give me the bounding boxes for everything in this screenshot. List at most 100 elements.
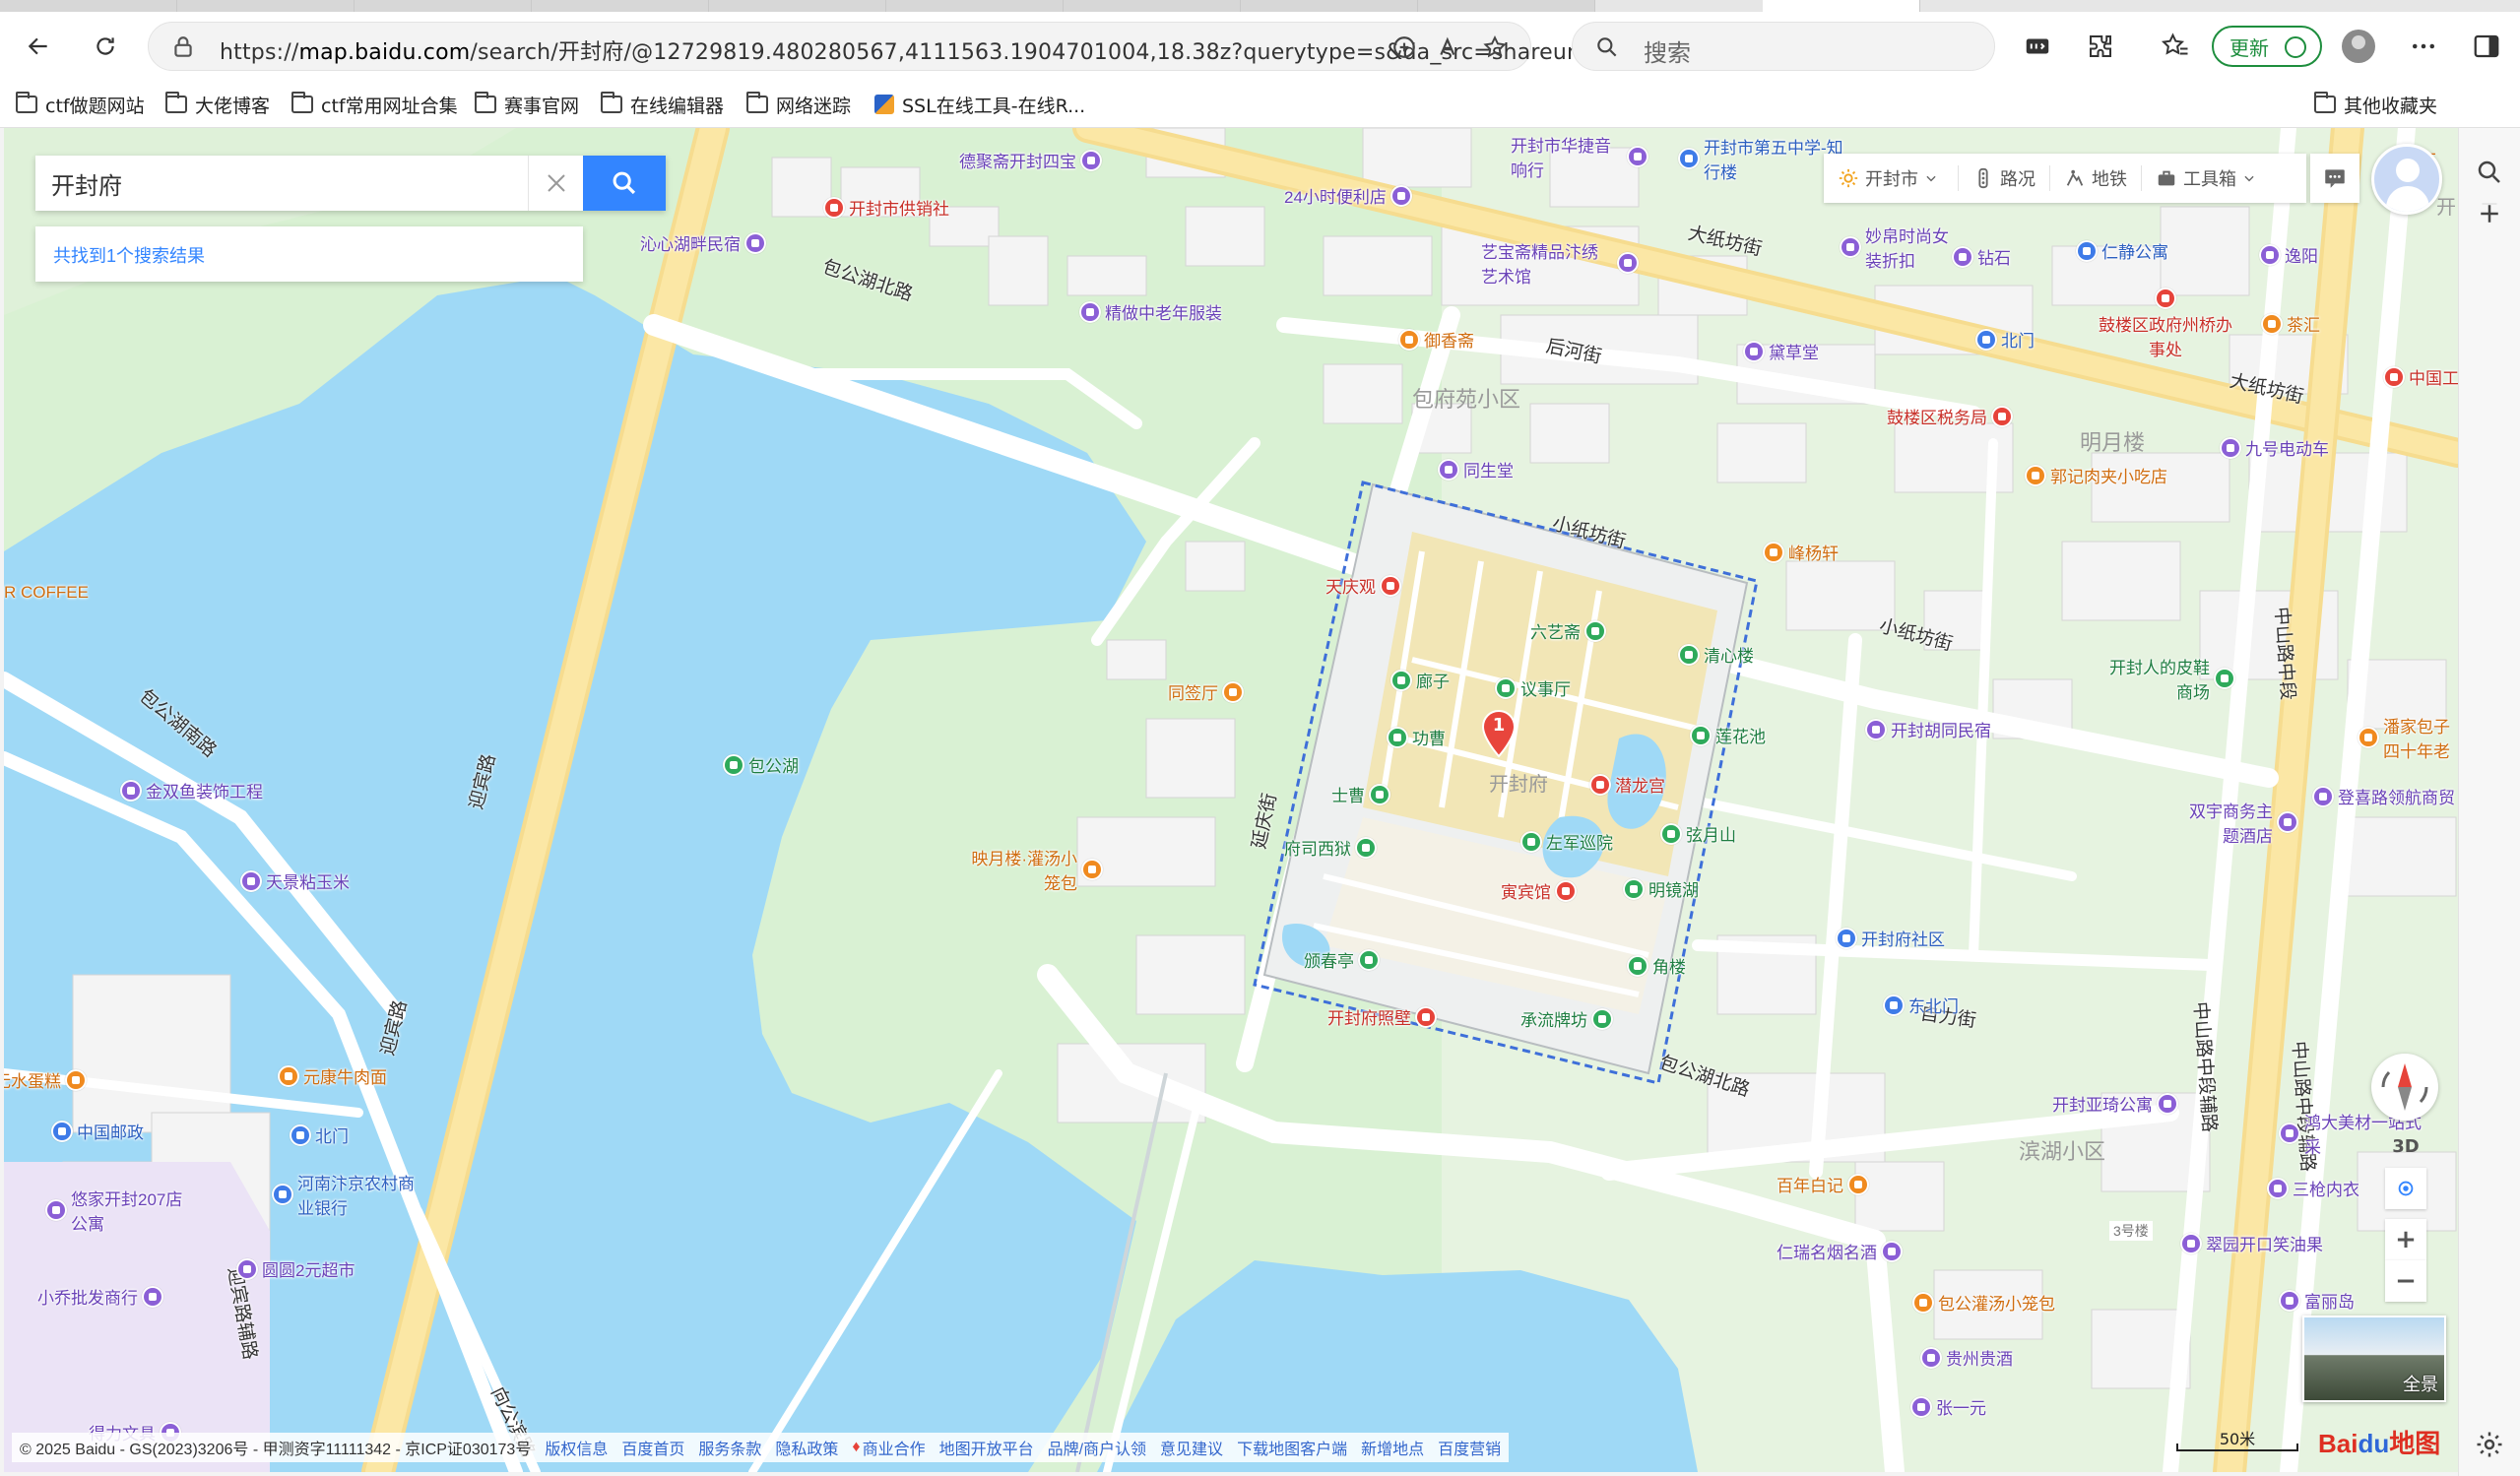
poi-marker[interactable]: 双宇商务主题酒店 [2180,798,2298,847]
update-button[interactable]: 更新 [2212,26,2322,67]
poi-marker[interactable]: 府司西狱 [1284,835,1377,860]
poi-marker[interactable]: 妙帛时尚女装折扣 [1840,223,1958,272]
user-avatar[interactable] [2371,144,2442,215]
panorama-thumbnail[interactable]: 全景 [2302,1316,2446,1402]
bookmark-online-editor[interactable]: 在线编辑器 [601,91,724,118]
poi-marker[interactable]: R COFFEE [4,583,89,603]
refresh-button[interactable] [85,26,126,67]
browser-tab[interactable] [1064,0,1241,12]
footer-link[interactable]: 下载地图客户端 [1237,1436,1347,1459]
poi-marker[interactable]: 无水蛋糕 [4,1067,87,1092]
poi-marker[interactable]: 开封市供销社 [823,195,949,220]
browser-tab[interactable] [709,0,886,12]
poi-marker[interactable]: 潜龙宫 [1589,772,1665,797]
poi-marker[interactable]: 金双鱼装饰工程 [120,778,263,802]
add-icon[interactable] [2475,199,2504,228]
footer-link[interactable]: 服务条款 [698,1436,761,1459]
poi-marker[interactable]: 承流牌坊 [1520,1006,1613,1031]
poi-marker[interactable]: 明镜湖 [1623,876,1699,901]
subway-button[interactable]: 地铁 [2050,154,2141,203]
poi-marker[interactable]: 张一元 [1910,1394,1986,1419]
locate-button[interactable] [2385,1168,2426,1209]
poi-marker[interactable]: 悠家开封207店公寓 [45,1186,183,1235]
browser-tab[interactable] [1418,0,1595,12]
poi-marker[interactable]: 弦月山 [1660,821,1736,846]
poi-marker[interactable]: 开封府社区 [1836,926,1945,950]
poi-marker[interactable]: 郭记肉夹小吃店 [2025,463,2167,487]
poi-marker[interactable]: 开封胡同民宿 [1865,717,1991,741]
message-button[interactable] [2310,154,2359,203]
poi-marker[interactable]: 士曹 [1331,782,1390,806]
more-menu-icon[interactable] [2409,32,2438,61]
search-result-summary[interactable]: 共找到1个搜索结果 [35,226,583,282]
bookmark-contests[interactable]: 赛事官网 [475,91,579,118]
poi-marker[interactable]: 百年白记 [1777,1172,1869,1196]
poi-marker[interactable]: 同签厅 [1168,679,1244,704]
url-bar[interactable]: https://map.baidu.com/search/开封府/@127298… [148,22,1620,71]
sidebar-toggle-icon[interactable] [2472,32,2501,61]
browser-tab-active[interactable] [1763,0,1920,12]
poi-marker[interactable]: 贵州贵酒 [1920,1345,2013,1370]
zoom-out-button[interactable]: − [2385,1260,2426,1302]
poi-marker[interactable]: 元康牛肉面 [278,1063,387,1088]
poi-marker[interactable]: 峰杨轩 [1763,540,1839,564]
bookmark-osint[interactable]: 网络迷踪 [746,91,851,118]
star-icon[interactable] [1482,34,1508,60]
poi-marker[interactable]: 功曹 [1387,725,1446,749]
poi-marker[interactable]: 天景粘玉米 [240,868,350,893]
poi-marker[interactable]: 茶汇 [2261,311,2320,336]
zoom-in-button[interactable]: + [2385,1219,2426,1260]
poi-marker[interactable]: 富丽岛 [2279,1288,2355,1313]
poi-marker[interactable]: 包公湖 [723,752,799,777]
poi-marker[interactable]: 角楼 [1627,953,1686,978]
poi-marker[interactable]: 清心楼 [1678,642,1754,667]
poi-marker[interactable]: 同生堂 [1438,457,1514,481]
bookmark-ctf-sites[interactable]: ctf做题网站 [16,91,145,118]
poi-marker[interactable]: 艺宝斋精品汴绣艺术馆 [1481,238,1639,288]
bookmark-blogs[interactable]: 大佬博客 [165,91,270,118]
poi-marker[interactable]: 潘家包子四十年老 [2358,713,2458,762]
browser-tab[interactable] [1241,0,1418,12]
footer-link[interactable]: 意见建议 [1160,1436,1223,1459]
browser-search-box[interactable]: 搜索 [1572,22,1995,71]
bookmark-ctf-collection[interactable]: ctf常用网址合集 [291,91,458,118]
immersive-reader-icon[interactable] [2023,32,2052,61]
poi-marker[interactable]: 河南汴京农村商业银行 [272,1170,429,1219]
browser-tab[interactable] [177,0,355,12]
poi-marker[interactable]: 黛草堂 [1743,339,1819,363]
poi-marker[interactable]: 圆圆2元超市 [236,1256,355,1281]
poi-marker[interactable]: 廊子 [1390,668,1450,692]
poi-marker[interactable]: 御香斋 [1398,327,1474,352]
poi-marker[interactable]: 翠园开口笑油果 [2180,1231,2323,1255]
poi-marker[interactable]: 24小时便利店 [1284,183,1412,208]
lock-icon[interactable] [170,34,196,60]
footer-link[interactable]: 地图开放平台 [939,1436,1034,1459]
footer-link[interactable]: 隐私政策 [775,1436,838,1459]
result-marker[interactable]: 1 [1481,709,1517,758]
poi-marker[interactable]: 寅宾馆 [1501,878,1577,903]
city-selector[interactable]: 开封市 [1824,154,1958,203]
poi-marker[interactable]: 德聚斋开封四宝 [959,148,1102,172]
poi-marker[interactable]: 沁心湖畔民宿 [640,230,766,255]
poi-marker[interactable]: 中国邮政 [51,1119,144,1143]
poi-marker[interactable]: 开封府照壁 [1327,1004,1437,1029]
clear-search-button[interactable] [528,156,583,211]
read-aloud-icon[interactable] [1437,34,1462,60]
3d-toggle-button[interactable]: 3D [2385,1128,2426,1164]
search-icon[interactable] [2475,158,2504,187]
poi-marker[interactable]: 鼓楼区税务局 [1887,404,2013,428]
toolbox-button[interactable]: 工具箱 [2142,154,2276,203]
footer-link[interactable]: 版权信息 [545,1436,608,1459]
browser-tab[interactable] [886,0,1064,12]
favorites-icon[interactable] [2161,32,2190,61]
gear-icon[interactable] [2475,1430,2504,1459]
footer-link[interactable]: 新增地点 [1361,1436,1424,1459]
poi-marker[interactable]: 颁春亭 [1304,947,1380,972]
bookmark-other-favorites[interactable]: 其他收藏夹 [2314,91,2437,118]
poi-marker[interactable]: 仁瑞名烟名酒 [1777,1239,1903,1263]
translate-icon[interactable] [1391,34,1417,60]
poi-marker[interactable]: 北门 [1975,327,2035,352]
poi-marker[interactable]: 映月楼·灌汤小笼包 [965,845,1103,894]
poi-marker[interactable]: 登喜路领航商贸 [2312,784,2455,808]
back-button[interactable] [18,26,59,67]
